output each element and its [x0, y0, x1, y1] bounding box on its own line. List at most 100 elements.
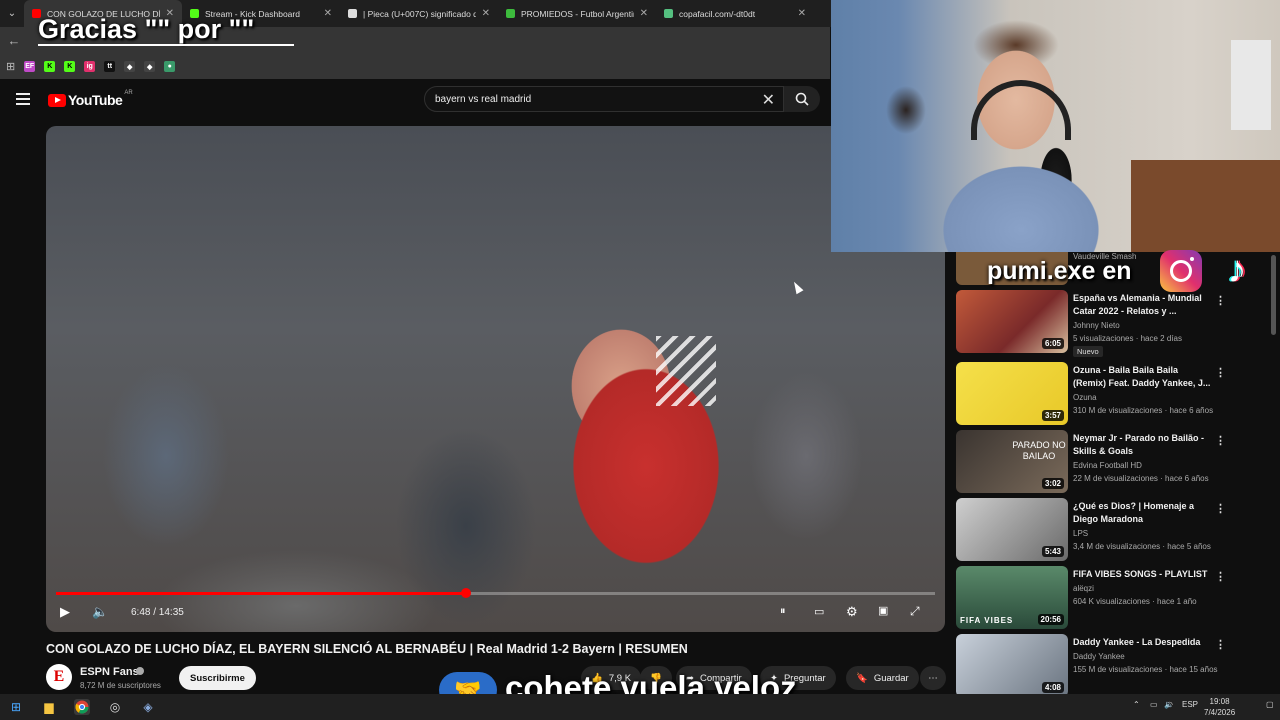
rec-title[interactable]: ¿Qué es Dios? | Homenaje a Diego Maradon…	[1073, 500, 1213, 526]
more-icon[interactable]: ⋮	[1215, 502, 1226, 515]
rec-channel[interactable]: Ozuna	[1073, 393, 1097, 402]
close-tab-icon[interactable]: ✕	[324, 8, 332, 19]
network-icon[interactable]: ▭	[1150, 700, 1158, 709]
theater-mode-icon[interactable]: ▣	[878, 604, 888, 617]
obs-icon[interactable]: ◎	[107, 699, 123, 715]
list-item[interactable]: 3:57 Ozuna - Baila Baila Baila (Remix) F…	[955, 362, 1265, 426]
wall-flag	[1231, 40, 1271, 130]
rec-title[interactable]: España vs Alemania - Mundial Catar 2022 …	[1073, 292, 1213, 318]
search-button[interactable]	[784, 86, 820, 112]
bookmark-kick-icon[interactable]: K	[44, 61, 56, 72]
volume-icon[interactable]: 🔈	[92, 604, 108, 620]
background-table	[1131, 160, 1280, 252]
subscribe-button[interactable]: Suscribirme	[179, 666, 256, 690]
youtube-logo[interactable]: YouTube AR	[48, 90, 133, 108]
social-overlay: pumi.exe en	[987, 257, 1132, 285]
back-arrow-icon[interactable]: ←	[0, 33, 28, 48]
rec-channel[interactable]: Daddy Yankee	[1073, 652, 1125, 661]
list-item[interactable]: 6:05 España vs Alemania - Mundial Catar …	[955, 290, 1265, 357]
subtitles-icon[interactable]: ▭	[814, 605, 824, 618]
apps-grid-icon[interactable]: ⊞	[6, 60, 15, 73]
verified-icon	[136, 667, 144, 675]
language-indicator[interactable]: ESP	[1182, 700, 1198, 709]
progress-scrubber[interactable]	[460, 588, 471, 598]
more-icon[interactable]: ⋮	[1215, 570, 1226, 583]
video-thumbnail[interactable]: 3:57	[956, 362, 1068, 425]
rec-title[interactable]: FIFA VIBES SONGS - PLAYLIST	[1073, 568, 1213, 581]
fullscreen-icon[interactable]: ⤢	[910, 604, 920, 619]
tab-copafacil[interactable]: copafacil.com/-dt0dt ✕	[656, 0, 814, 27]
more-icon[interactable]: ⋮	[1215, 638, 1226, 651]
volume-tray-icon[interactable]: 🔈	[1164, 700, 1174, 709]
windows-taskbar: ⊞ ▆ ◎ ◈ ⌃ ▭ ◠ 🔈 ESP 19:08 7/4/2026 ▢	[0, 694, 1280, 720]
list-item[interactable]: PARADO NO BAILAO 3:02 Neymar Jr - Parado…	[955, 430, 1265, 494]
instagram-icon	[1160, 250, 1202, 292]
file-explorer-icon[interactable]: ▆	[41, 699, 57, 715]
video-thumbnail[interactable]: PARADO NO BAILAO 3:02	[956, 430, 1068, 493]
save-button[interactable]: 🔖 Guardar	[846, 666, 919, 690]
rec-title[interactable]: Neymar Jr - Parado no Bailão - Skills & …	[1073, 432, 1213, 458]
duration-badge: 6:05	[1041, 338, 1064, 349]
progress-bar[interactable]	[56, 588, 935, 598]
autoplay-toggle-icon[interactable]: ⏸	[780, 605, 786, 618]
video-title: CON GOLAZO DE LUCHO DÍAZ, EL BAYERN SILE…	[46, 642, 688, 656]
rec-meta: 5 visualizaciones · hace 2 días	[1073, 334, 1182, 343]
more-icon[interactable]: ⋮	[1215, 434, 1226, 447]
tab-title: PROMIEDOS - Futbol Argentino	[521, 8, 634, 19]
tab-promiedos[interactable]: PROMIEDOS - Futbol Argentino ✕	[498, 0, 656, 27]
rec-title[interactable]: Daddy Yankee - La Despedida	[1073, 636, 1213, 649]
sidebar-scrollbar[interactable]	[1271, 255, 1276, 335]
page-favicon-icon	[348, 9, 357, 18]
settings-gear-icon[interactable]: ⚙	[846, 604, 858, 620]
list-item[interactable]: FIFA VIBES 20:56 FIFA VIBES SONGS - PLAY…	[955, 566, 1265, 630]
clock[interactable]: 19:08 7/4/2026	[1204, 696, 1235, 718]
rec-channel[interactable]: alëqzi	[1073, 584, 1094, 593]
close-tab-icon[interactable]: ✕	[482, 8, 490, 19]
search-input[interactable]: bayern vs real madrid ✕	[424, 86, 784, 112]
youtube-wordmark: YouTube	[68, 92, 123, 108]
more-icon[interactable]: ⋮	[1215, 294, 1226, 307]
bookmark-kick-icon[interactable]: K	[64, 61, 76, 72]
bookmark-icon[interactable]: ●	[164, 61, 176, 72]
bookmark-ef-icon[interactable]: EF	[24, 61, 36, 72]
video-frame-detail	[656, 336, 716, 406]
rec-channel[interactable]: Johnny Nieto	[1073, 321, 1120, 330]
channel-name[interactable]: ESPN Fans	[80, 666, 139, 678]
windows-start-icon[interactable]: ⊞	[8, 699, 24, 715]
tab-pieca[interactable]: | Pieca (U+007C) significado de ✕	[340, 0, 498, 27]
more-actions-button[interactable]: ⋯	[920, 666, 946, 690]
video-thumbnail[interactable]: 5:43	[956, 498, 1068, 561]
clear-search-icon[interactable]: ✕	[762, 90, 775, 110]
tiktok-icon: ♪	[1227, 249, 1247, 291]
player-controls: ▶ 🔈 6:48 / 14:35 ⏸ ▭ ⚙ ▣ ⤢	[46, 600, 945, 628]
more-icon[interactable]: ⋮	[1215, 366, 1226, 379]
close-tab-icon[interactable]: ✕	[798, 8, 806, 19]
list-item[interactable]: 4:08 Daddy Yankee - La Despedida Daddy Y…	[955, 634, 1265, 698]
list-item[interactable]: 5:43 ¿Qué es Dios? | Homenaje a Diego Ma…	[955, 498, 1265, 562]
close-tab-icon[interactable]: ✕	[640, 8, 648, 19]
duration-badge: 20:56	[1037, 614, 1064, 625]
bookmark-icon: 🔖	[856, 672, 868, 684]
tab-search-dropdown[interactable]: ⌄	[0, 0, 24, 27]
video-player[interactable]: ▶ 🔈 6:48 / 14:35 ⏸ ▭ ⚙ ▣ ⤢	[46, 126, 945, 632]
notifications-icon[interactable]: ▢	[1266, 700, 1274, 709]
bookmark-instagram-icon[interactable]: ig	[84, 61, 96, 72]
rec-title[interactable]: Ozuna - Baila Baila Baila (Remix) Feat. …	[1073, 364, 1213, 390]
chrome-icon[interactable]	[74, 699, 90, 715]
tray-chevron-icon[interactable]: ⌃	[1133, 700, 1140, 709]
app-icon[interactable]: ◈	[140, 699, 156, 715]
rec-channel[interactable]: Edvina Football HD	[1073, 461, 1142, 470]
video-thumbnail[interactable]: 4:08	[956, 634, 1068, 697]
menu-icon[interactable]	[16, 93, 30, 105]
duration-badge: 5:43	[1041, 546, 1064, 557]
clock-time: 19:08	[1209, 697, 1230, 706]
bookmark-tiktok-icon[interactable]: tt	[104, 61, 116, 72]
video-thumbnail[interactable]: 6:05	[956, 290, 1068, 353]
bookmark-icon[interactable]: ◆	[124, 61, 136, 72]
bookmark-icon[interactable]: ◆	[144, 61, 156, 72]
rec-channel[interactable]: LPS	[1073, 529, 1088, 538]
thumbnail-caption: FIFA VIBES	[960, 616, 1014, 625]
channel-avatar[interactable]: E	[46, 664, 72, 690]
play-icon[interactable]: ▶	[60, 604, 70, 620]
video-thumbnail[interactable]: FIFA VIBES 20:56	[956, 566, 1068, 629]
